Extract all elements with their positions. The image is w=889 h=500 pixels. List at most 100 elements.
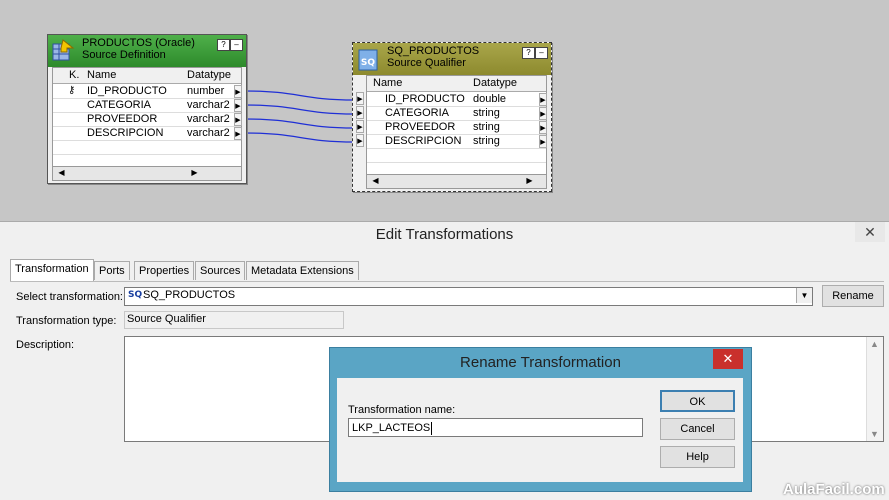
horizontal-scrollbar[interactable]: ◀ ▶: [366, 174, 547, 189]
table-row[interactable]: ⚷ ID_PRODUCTO number: [53, 84, 241, 99]
col-name: Name: [373, 77, 403, 89]
cancel-button[interactable]: Cancel: [660, 418, 735, 440]
port-name: ID_PRODUCTO: [87, 85, 167, 97]
output-port-arrow-icon[interactable]: ▶: [539, 93, 547, 106]
port-name: PROVEEDOR: [87, 113, 158, 125]
svg-text:SQ: SQ: [361, 58, 375, 68]
transformation-type-field: Source Qualifier: [124, 311, 344, 329]
output-port-arrow-icon[interactable]: ▶: [234, 127, 242, 140]
col-datatype: Datatype: [473, 77, 518, 89]
port-name: DESCRIPCION: [385, 135, 462, 147]
tab-divider: [10, 281, 884, 282]
scroll-left-icon[interactable]: ◀: [55, 167, 68, 178]
port-datatype: varchar2: [187, 127, 230, 139]
rename-button[interactable]: Rename: [822, 285, 884, 307]
select-transformation-label: Select transformation:: [16, 291, 123, 303]
port-name: CATEGORIA: [87, 99, 151, 111]
port-name: ID_PRODUCTO: [385, 93, 465, 105]
table-row[interactable]: DESCRIPCION string: [367, 134, 546, 149]
output-port-arrow-icon[interactable]: ▶: [234, 113, 242, 126]
tab-ports[interactable]: Ports: [94, 261, 130, 280]
minimize-button[interactable]: –: [535, 47, 548, 59]
scroll-right-icon[interactable]: ▶: [523, 175, 536, 186]
transformation-name-label: Transformation name:: [348, 404, 456, 416]
col-datatype: Datatype: [187, 69, 232, 81]
port-datatype: double: [473, 93, 507, 105]
primary-key-icon: ⚷: [68, 85, 76, 96]
tab-metadata-extensions[interactable]: Metadata Extensions: [246, 261, 359, 280]
chevron-down-icon[interactable]: ▼: [796, 288, 812, 303]
port-datatype: varchar2: [187, 99, 230, 111]
rename-dialog-title: Rename Transformation: [460, 354, 621, 371]
table-row[interactable]: CATEGORIA varchar2: [53, 98, 241, 113]
table-row[interactable]: DESCRIPCION varchar2: [53, 126, 241, 141]
qualifier-ports-grid[interactable]: Name Datatype ID_PRODUCTO double CATEGOR…: [366, 75, 547, 177]
source-qualifier-icon: SQ: [358, 49, 378, 71]
qualifier-title: SQ_PRODUCTOS: [387, 45, 480, 57]
port-datatype: string: [473, 107, 500, 119]
help-button[interactable]: ?: [522, 47, 535, 59]
dialog-title: Edit Transformations: [375, 226, 514, 243]
source-ports-grid[interactable]: K. Name Datatype ⚷ ID_PRODUCTO number CA…: [52, 67, 242, 169]
input-port-arrow-icon[interactable]: ▶: [356, 134, 364, 147]
port-name: DESCRIPCION: [87, 127, 164, 139]
scroll-right-icon[interactable]: ▶: [188, 167, 201, 178]
output-port-arrow-icon[interactable]: ▶: [539, 107, 547, 120]
table-row[interactable]: PROVEEDOR varchar2: [53, 112, 241, 127]
table-row[interactable]: PROVEEDOR string: [367, 120, 546, 135]
source-definition-header[interactable]: PRODUCTOS (Oracle) Source Definition ? –: [48, 35, 246, 67]
rename-transformation-dialog: Rename Transformation ✕ Transformation n…: [329, 347, 752, 492]
source-qualifier-header[interactable]: SQ SQ_PRODUCTOS Source Qualifier ? –: [353, 43, 551, 75]
scroll-up-icon[interactable]: ▲: [870, 339, 879, 349]
table-row: [53, 140, 241, 155]
input-port-arrow-icon[interactable]: ▶: [356, 92, 364, 105]
port-name: CATEGORIA: [385, 107, 449, 119]
output-port-arrow-icon[interactable]: ▶: [539, 121, 547, 134]
source-definition-box[interactable]: PRODUCTOS (Oracle) Source Definition ? –…: [47, 34, 247, 184]
port-link-line: [244, 104, 356, 115]
source-subtitle: Source Definition: [82, 49, 166, 61]
output-port-arrow-icon[interactable]: ▶: [234, 85, 242, 98]
watermark-logo: AulaFacil.com: [783, 481, 885, 498]
scroll-down-icon[interactable]: ▼: [870, 429, 879, 439]
close-icon[interactable]: ✕: [855, 222, 885, 242]
table-row[interactable]: CATEGORIA string: [367, 106, 546, 121]
ok-button[interactable]: OK: [660, 390, 735, 412]
tab-transformation[interactable]: Transformation: [10, 259, 94, 281]
close-icon[interactable]: ✕: [713, 349, 743, 369]
output-port-arrow-icon[interactable]: ▶: [539, 135, 547, 148]
input-port-arrow-icon[interactable]: ▶: [356, 106, 364, 119]
database-table-icon: [52, 39, 75, 61]
source-title: PRODUCTOS (Oracle): [82, 37, 195, 49]
vertical-scrollbar[interactable]: ▲ ▼: [866, 337, 883, 441]
transformation-name-value: LKP_LACTEOS: [352, 422, 431, 434]
port-name: PROVEEDOR: [385, 121, 456, 133]
port-datatype: string: [473, 121, 500, 133]
col-key: K.: [69, 69, 80, 81]
port-link-line: [244, 118, 356, 129]
tab-properties[interactable]: Properties: [134, 261, 195, 280]
tab-sources[interactable]: Sources: [195, 261, 246, 280]
port-datatype: varchar2: [187, 113, 230, 125]
transformation-type-value: Source Qualifier: [127, 313, 206, 325]
minimize-button[interactable]: –: [230, 39, 243, 51]
port-link-line: [244, 90, 356, 101]
output-port-arrow-icon[interactable]: ▶: [234, 99, 242, 112]
source-qualifier-icon: SQ: [128, 290, 143, 300]
input-port-arrow-icon[interactable]: ▶: [356, 120, 364, 133]
help-button[interactable]: ?: [217, 39, 230, 51]
rename-dialog-body: Transformation name: LKP_LACTEOS OK Canc…: [337, 378, 743, 482]
table-row[interactable]: ID_PRODUCTO double: [367, 92, 546, 107]
description-label: Description:: [16, 339, 75, 351]
port-link-line: [244, 132, 356, 143]
transformation-type-label: Transformation type:: [16, 315, 117, 327]
port-datatype: string: [473, 135, 500, 147]
text-caret: [431, 421, 433, 435]
horizontal-scrollbar[interactable]: ◀ ▶: [52, 166, 242, 181]
input-ports-column: ▶ ▶ ▶ ▶: [356, 92, 365, 152]
help-button[interactable]: Help: [660, 446, 735, 468]
scroll-left-icon[interactable]: ◀: [369, 175, 382, 186]
source-qualifier-box[interactable]: SQ SQ_PRODUCTOS Source Qualifier ? – Nam…: [352, 42, 552, 192]
transformation-name-input[interactable]: LKP_LACTEOS: [348, 418, 643, 437]
select-transformation-dropdown[interactable]: SQ SQ_PRODUCTOS ▼: [124, 287, 813, 306]
